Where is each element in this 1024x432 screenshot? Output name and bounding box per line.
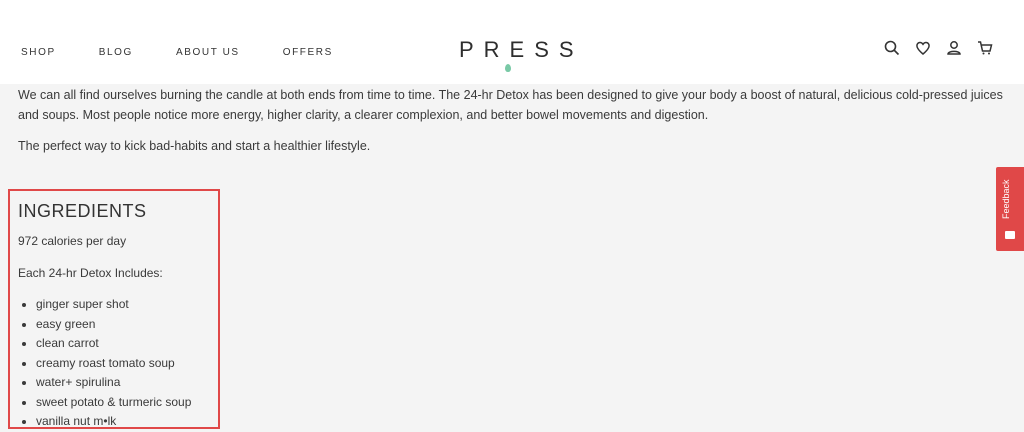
press-logo[interactable]: PRESS (459, 37, 584, 72)
search-icon[interactable] (883, 39, 901, 57)
cart-icon[interactable] (976, 39, 994, 57)
main-nav: SHOP BLOG ABOUT US OFFERS (21, 47, 376, 58)
ingredients-list: ginger super shot easy green clean carro… (18, 295, 191, 432)
site-header: SHOP BLOG ABOUT US OFFERS PRESS (0, 0, 1024, 84)
nav-about-us[interactable]: ABOUT US (176, 47, 240, 58)
logo-drop (505, 64, 511, 72)
heart-icon[interactable] (914, 39, 932, 57)
nav-offers[interactable]: OFFERS (283, 47, 333, 58)
calories-text: 972 calories per day (18, 234, 127, 248)
feedback-label: Feedback (1001, 179, 1011, 219)
feedback-icon (1005, 231, 1015, 239)
includes-text: Each 24-hr Detox Includes: (18, 266, 163, 280)
nav-shop[interactable]: SHOP (21, 47, 56, 58)
ingredients-section: INGREDIENTS 972 calories per day Each 24… (8, 189, 220, 429)
header-icons (883, 39, 994, 57)
list-item: water+ spirulina (36, 373, 191, 393)
ingredients-title: INGREDIENTS (18, 201, 147, 221)
product-description: We can all find ourselves burning the ca… (18, 86, 1008, 169)
list-item: sweet potato & turmeric soup (36, 393, 191, 413)
feedback-tab[interactable]: Feedback (996, 167, 1024, 251)
list-item: easy green (36, 315, 191, 335)
list-item: vanilla nut m•lk (36, 412, 191, 432)
list-item: creamy roast tomato soup (36, 354, 191, 374)
tagline-paragraph: The perfect way to kick bad-habits and s… (18, 139, 371, 153)
list-item: clean carrot (36, 334, 191, 354)
description-paragraph: We can all find ourselves burning the ca… (18, 88, 1003, 122)
user-icon[interactable] (945, 39, 963, 57)
nav-blog[interactable]: BLOG (99, 47, 133, 58)
list-item: ginger super shot (36, 295, 191, 315)
